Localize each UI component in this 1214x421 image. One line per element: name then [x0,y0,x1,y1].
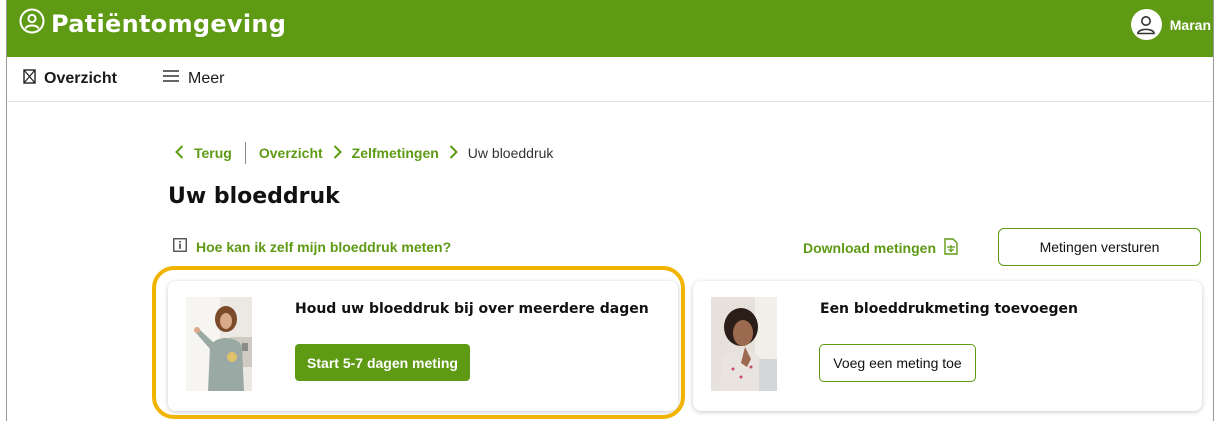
page-title: Uw bloeddruk [168,184,340,209]
breadcrumb-divider [244,142,246,164]
send-measurements-button[interactable]: Metingen versturen [998,228,1201,266]
info-link-label: Hoe kan ik zelf mijn bloeddruk meten? [196,238,452,255]
breadcrumb-zelfmetingen[interactable]: Zelfmetingen [352,145,439,161]
nav-overzicht-label: Overzicht [44,70,117,87]
download-link-label: Download metingen [803,240,936,256]
user-name: Maran [1169,16,1211,33]
hamburger-icon [162,69,180,88]
chevron-right-icon [449,144,458,162]
top-bar: Patiëntomgeving Maran [7,0,1213,57]
back-link[interactable]: Terug [194,145,232,161]
woman-thinking-photo [711,297,777,391]
card-title: Een bloeddrukmeting toevoegen [820,301,1079,317]
hourglass-icon [23,69,36,89]
add-measurement-button[interactable]: Voeg een meting toe [819,344,976,382]
main-nav: Overzicht Meer [7,57,1213,102]
nav-meer[interactable]: Meer [162,69,224,88]
pdf-download-icon [944,238,958,258]
info-icon [173,238,187,255]
highlight-outline [152,266,685,419]
chevron-left-icon [175,144,184,162]
download-link[interactable]: Download metingen [803,238,958,258]
breadcrumb-overzicht[interactable]: Overzicht [259,145,323,161]
user-menu[interactable]: Maran [1130,9,1211,40]
breadcrumb: Terug Overzicht Zelfmetingen Uw bloeddru… [175,142,553,164]
brand[interactable]: Patiëntomgeving [19,8,286,39]
nav-meer-label: Meer [188,69,225,87]
user-circle-icon [19,8,45,39]
info-link[interactable]: Hoe kan ik zelf mijn bloeddruk meten? [173,238,451,255]
app-title: Patiëntomgeving [51,9,287,38]
breadcrumb-current: Uw bloeddruk [467,145,554,161]
chevron-right-icon [333,144,342,162]
nav-overzicht[interactable]: Overzicht [23,69,117,89]
user-icon [1130,9,1162,40]
add-measurement-card: Een bloeddrukmeting toevoegen Voeg een m… [693,281,1202,411]
